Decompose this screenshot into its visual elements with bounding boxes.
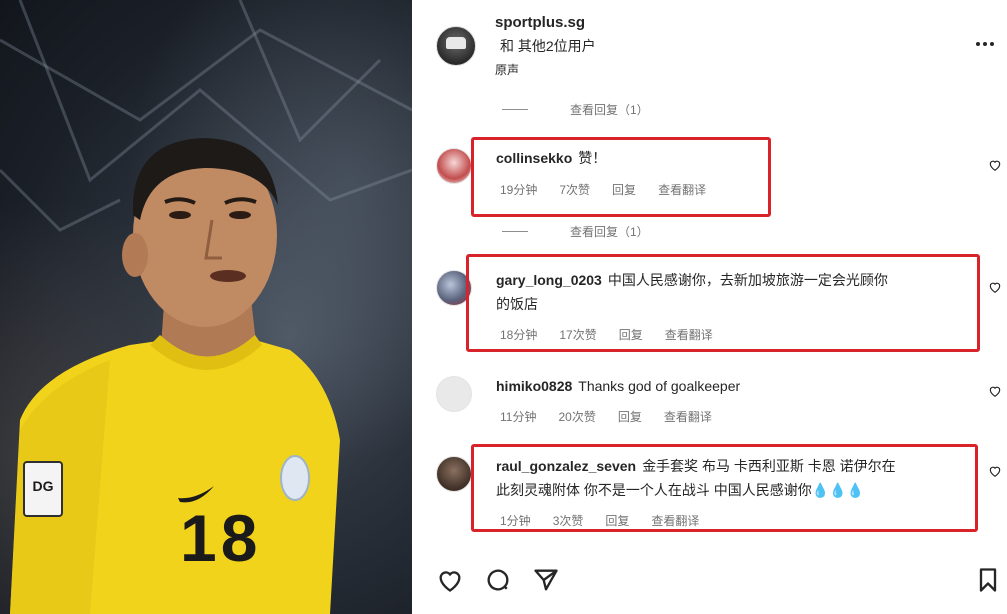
post-action-bar [416,560,1007,600]
post-photo: DG 18 [0,0,412,614]
highlight-box [471,137,771,217]
bookmark-icon[interactable] [974,566,1002,594]
comment-time: 11分钟 [500,410,537,424]
team-crest [280,455,310,501]
comment-likes[interactable]: 20次赞 [558,408,595,425]
share-icon[interactable] [532,566,560,594]
comment-meta: 11分钟 20次赞 回复 查看翻译 [500,408,712,425]
heart-icon[interactable] [988,158,1002,172]
heart-icon[interactable] [988,384,1002,398]
more-icon[interactable] [976,33,998,46]
commenter-avatar[interactable] [436,376,472,412]
heart-icon[interactable] [988,464,1002,478]
comment-text: Thanks god of goalkeeper [578,378,741,394]
sleeve-badge: DG [32,478,54,494]
author-avatar[interactable] [436,26,476,66]
view-replies-button[interactable]: 查看回复（1） [502,101,649,118]
translate-button[interactable]: 查看翻译 [664,408,712,425]
author-username[interactable]: sportplus.sg [495,14,585,31]
commenter-avatar[interactable] [436,456,472,492]
audio-label[interactable]: 原声 [495,61,519,78]
highlight-box [471,444,978,532]
commenter-avatar[interactable] [436,148,472,184]
reply-button[interactable]: 回复 [618,408,642,425]
heart-icon[interactable] [436,566,464,594]
comments-panel: sportplus.sg 和 其他2位用户 原声 查看回复（1） collins… [416,0,1007,614]
comment-username[interactable]: himiko0828 [496,378,572,394]
view-replies-label: 查看回复（1） [570,225,649,239]
view-replies-button[interactable]: 查看回复（1） [502,223,649,240]
divider-line [502,231,528,232]
comment-icon[interactable] [484,566,512,594]
collaborators-text[interactable]: 和 其他2位用户 [500,36,596,56]
jersey-number: 18 [180,501,262,575]
divider-line [502,109,528,110]
highlight-box [466,254,980,352]
view-replies-label: 查看回复（1） [570,103,649,117]
heart-icon[interactable] [988,280,1002,294]
